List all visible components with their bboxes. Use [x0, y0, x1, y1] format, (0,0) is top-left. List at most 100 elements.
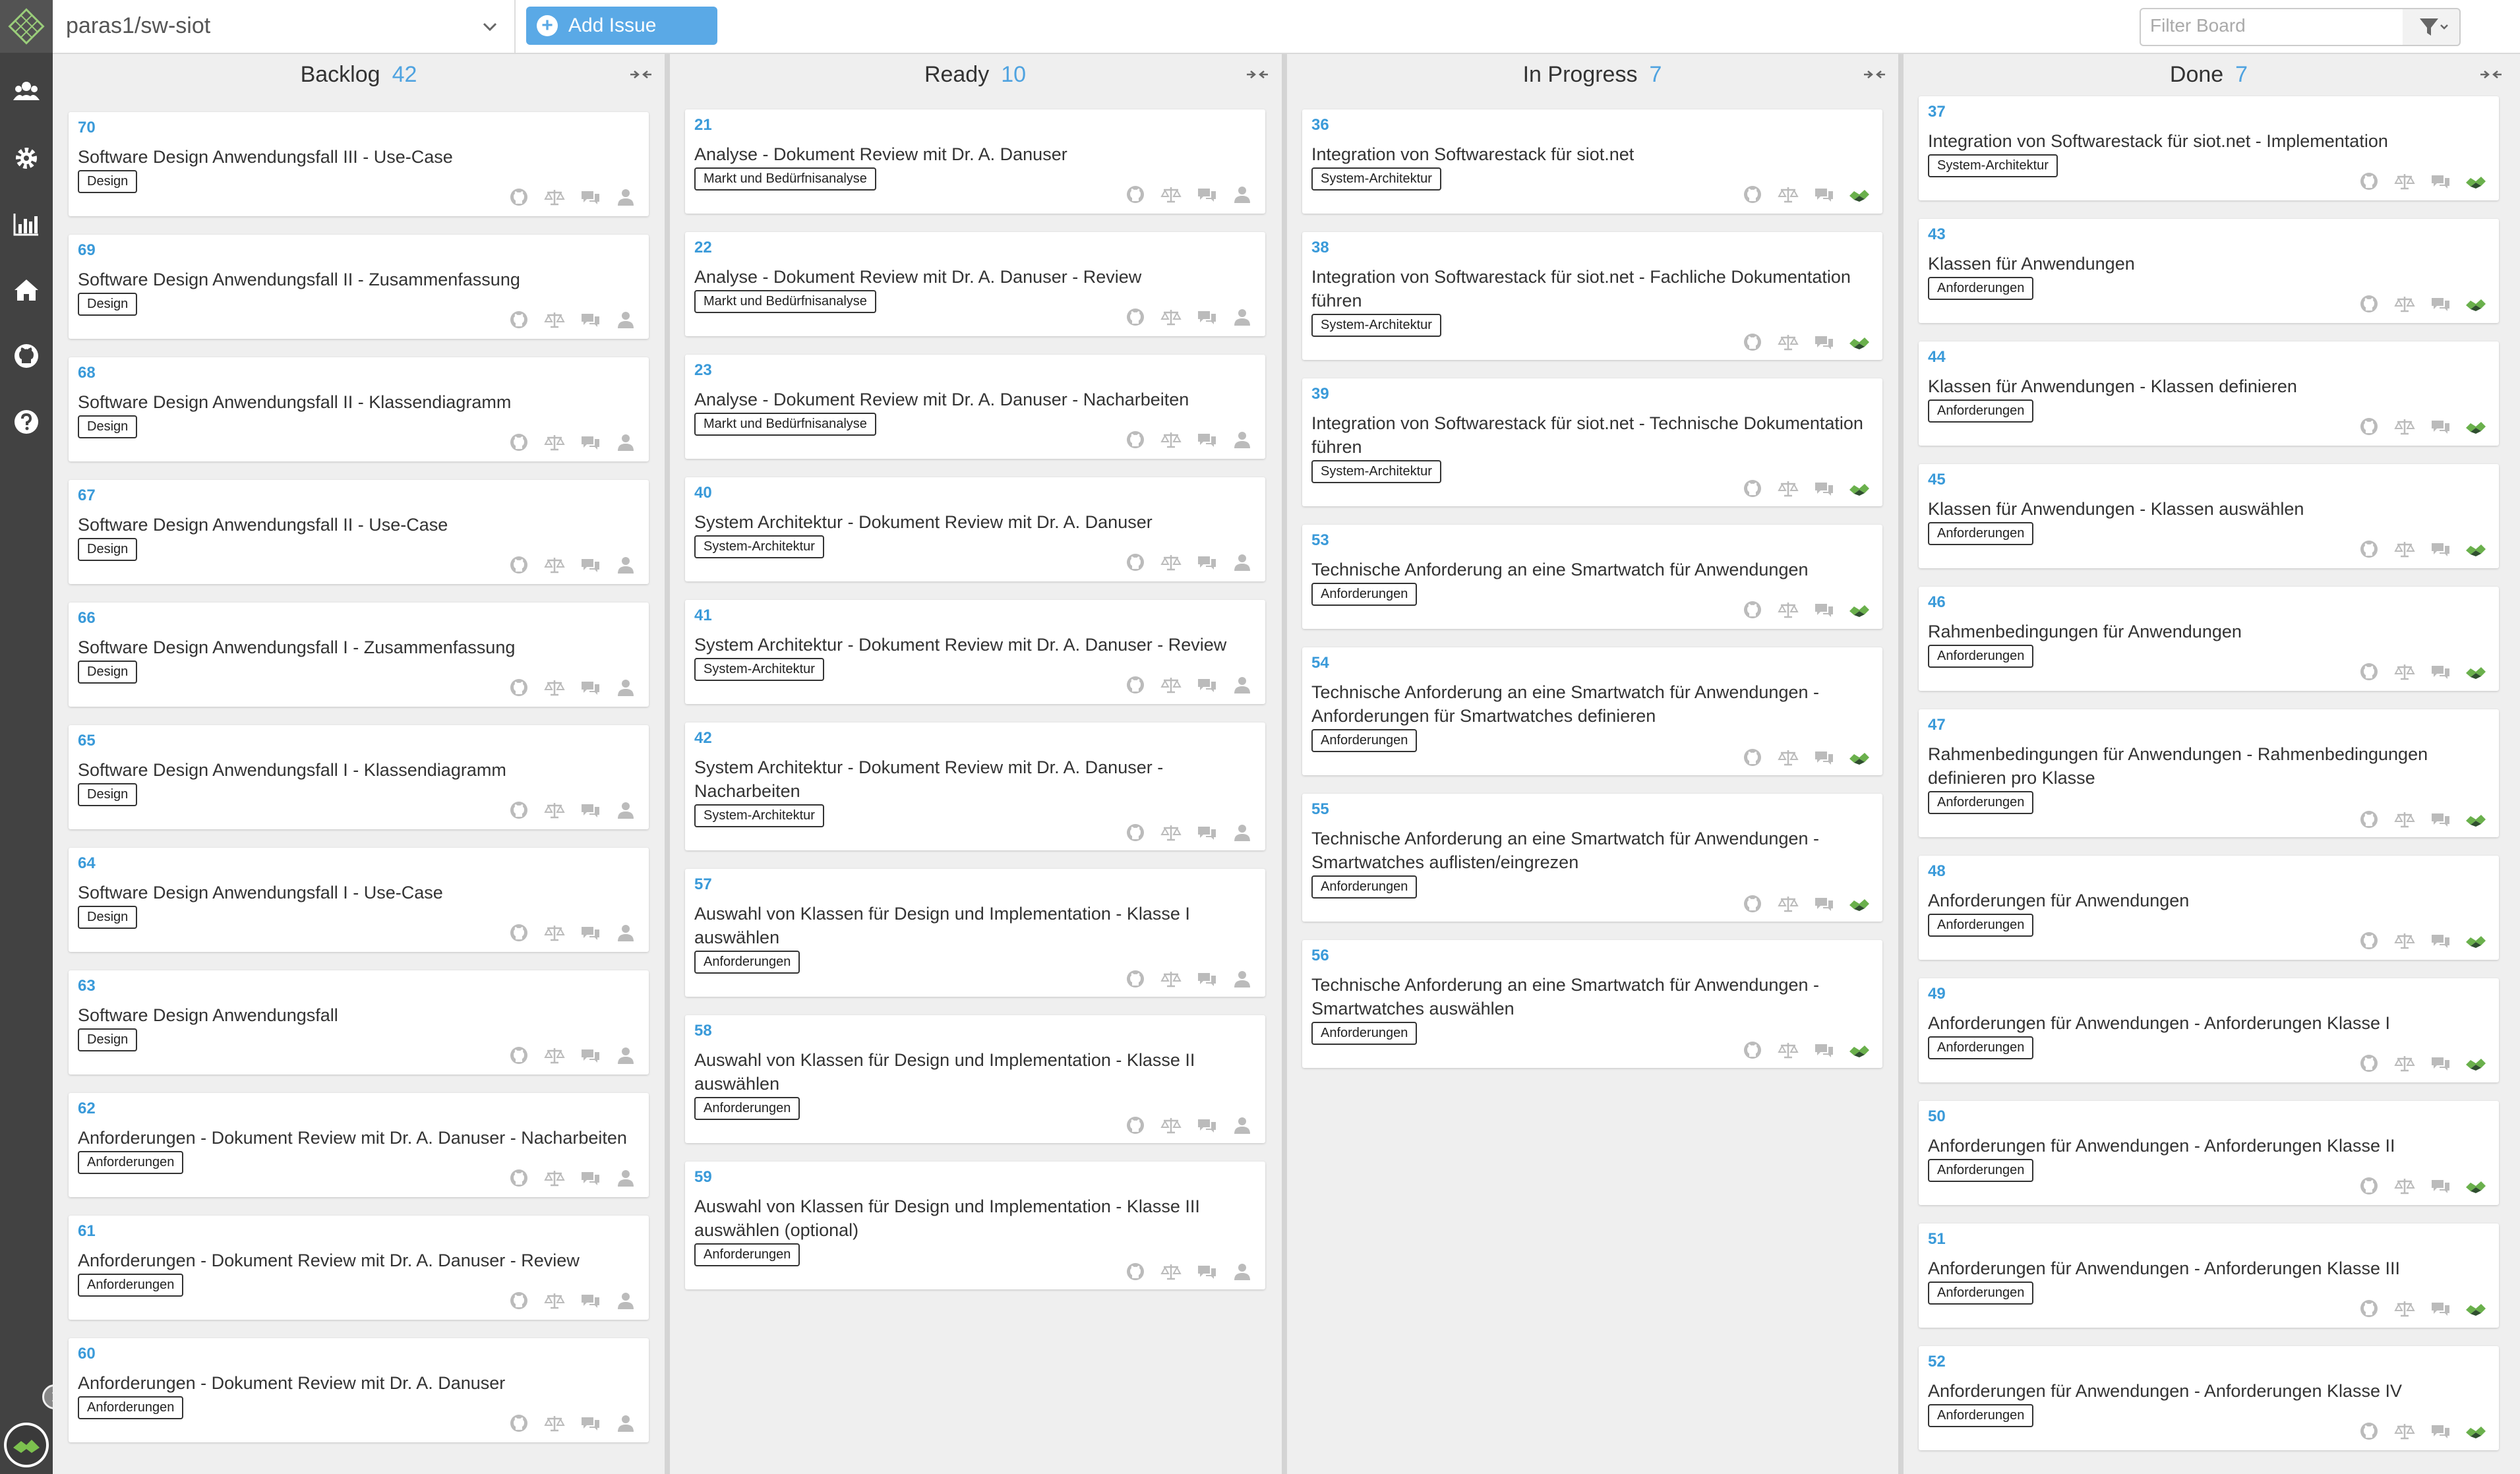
- comments-icon[interactable]: [1195, 821, 1218, 844]
- comments-icon[interactable]: [579, 799, 601, 821]
- github-issue-icon[interactable]: [1741, 183, 1764, 206]
- scale-icon[interactable]: [1160, 551, 1182, 574]
- scale-icon[interactable]: [2393, 415, 2416, 438]
- issue-number[interactable]: 57: [694, 875, 712, 894]
- comments-icon[interactable]: [1195, 674, 1218, 696]
- issue-label[interactable]: Anforderungen: [694, 1243, 800, 1266]
- issue-card[interactable]: 54 Technische Anforderung an eine Smartwa…: [1302, 647, 1882, 775]
- github-issue-icon[interactable]: [508, 431, 530, 454]
- github-issue-icon[interactable]: [1124, 306, 1147, 328]
- comments-icon[interactable]: [579, 1167, 601, 1189]
- issue-label[interactable]: Markt und Bedürfnisanalyse: [694, 167, 876, 191]
- issue-number[interactable]: 37: [1928, 103, 1946, 121]
- issue-card[interactable]: 50 Anforderungen für Anwendungen - Anford…: [1919, 1101, 2499, 1205]
- issue-card[interactable]: 37 Integration von Softwarestack für siot…: [1919, 96, 2499, 200]
- issue-card[interactable]: 23 Analyse - Dokument Review mit Dr. A. D…: [685, 355, 1265, 459]
- unassigned-user-icon[interactable]: [1231, 968, 1253, 990]
- unassigned-user-icon[interactable]: [615, 922, 637, 944]
- github-issue-icon[interactable]: [508, 1167, 530, 1189]
- comments-icon[interactable]: [579, 431, 601, 454]
- unassigned-user-icon[interactable]: [615, 676, 637, 699]
- issue-label[interactable]: Design: [78, 538, 138, 561]
- assignee-avatar-icon[interactable]: [1848, 183, 1871, 206]
- add-issue-button[interactable]: + Add Issue: [526, 7, 717, 45]
- issue-number[interactable]: 48: [1928, 862, 1946, 881]
- issue-card[interactable]: 56 Technische Anforderung an eine Smartwa…: [1302, 940, 1882, 1068]
- github-issue-icon[interactable]: [1124, 551, 1147, 574]
- issue-label[interactable]: Markt und Bedürfnisanalyse: [694, 290, 876, 313]
- issue-card[interactable]: 63 Software Design Anwendungsfall Design: [69, 970, 649, 1075]
- assignee-avatar-icon[interactable]: [2465, 415, 2487, 438]
- unassigned-user-icon[interactable]: [1231, 1260, 1253, 1283]
- scale-icon[interactable]: [1777, 1039, 1799, 1061]
- collapse-column-icon[interactable]: [1244, 65, 1271, 84]
- gear-icon[interactable]: [12, 144, 41, 173]
- scale-icon[interactable]: [2393, 808, 2416, 831]
- scale-icon[interactable]: [1777, 599, 1799, 621]
- issue-card[interactable]: 53 Technische Anforderung an eine Smartwa…: [1302, 525, 1882, 629]
- app-logo[interactable]: [0, 0, 53, 53]
- comments-icon[interactable]: [2429, 538, 2451, 560]
- comments-icon[interactable]: [1813, 1039, 1835, 1061]
- issue-number[interactable]: 54: [1311, 654, 1329, 672]
- scale-icon[interactable]: [543, 1412, 566, 1434]
- issue-card[interactable]: 39 Integration von Softwarestack für siot…: [1302, 378, 1882, 506]
- github-issue-icon[interactable]: [2358, 1297, 2380, 1320]
- github-issue-icon[interactable]: [2358, 293, 2380, 315]
- issue-number[interactable]: 38: [1311, 239, 1329, 257]
- avatar[interactable]: [4, 1423, 49, 1467]
- scale-icon[interactable]: [2393, 538, 2416, 560]
- assignee-avatar-icon[interactable]: [2465, 1052, 2487, 1075]
- issue-label[interactable]: Design: [78, 170, 138, 193]
- comments-icon[interactable]: [2429, 1420, 2451, 1442]
- github-issue-icon[interactable]: [1124, 1114, 1147, 1136]
- comments-icon[interactable]: [1195, 968, 1218, 990]
- issue-number[interactable]: 23: [694, 361, 712, 380]
- scale-icon[interactable]: [2393, 1175, 2416, 1197]
- issue-label[interactable]: Design: [78, 415, 138, 438]
- issue-label[interactable]: Anforderungen: [694, 951, 800, 974]
- issue-number[interactable]: 65: [78, 732, 96, 750]
- issue-card[interactable]: 38 Integration von Softwarestack für siot…: [1302, 232, 1882, 360]
- home-icon[interactable]: [12, 276, 41, 305]
- issue-number[interactable]: 59: [694, 1168, 712, 1187]
- unassigned-user-icon[interactable]: [615, 1167, 637, 1189]
- issue-label[interactable]: System-Architektur: [694, 535, 824, 558]
- scale-icon[interactable]: [1160, 428, 1182, 451]
- issue-number[interactable]: 36: [1311, 116, 1329, 134]
- issue-label[interactable]: Anforderungen: [78, 1396, 184, 1419]
- comments-icon[interactable]: [579, 554, 601, 576]
- comments-icon[interactable]: [1195, 306, 1218, 328]
- unassigned-user-icon[interactable]: [1231, 306, 1253, 328]
- unassigned-user-icon[interactable]: [615, 431, 637, 454]
- chart-icon[interactable]: [12, 210, 41, 239]
- github-issue-icon[interactable]: [508, 922, 530, 944]
- issue-number[interactable]: 49: [1928, 985, 1946, 1003]
- github-issue-icon[interactable]: [508, 554, 530, 576]
- issue-label[interactable]: Anforderungen: [1928, 522, 2034, 545]
- github-issue-icon[interactable]: [508, 1044, 530, 1067]
- issue-card[interactable]: 69 Software Design Anwendungsfall II - Zu…: [69, 235, 649, 339]
- filter-button[interactable]: [2403, 8, 2461, 46]
- help-icon[interactable]: [12, 407, 41, 436]
- github-issue-icon[interactable]: [2358, 1052, 2380, 1075]
- issue-label[interactable]: Anforderungen: [1311, 1022, 1418, 1045]
- issue-number[interactable]: 39: [1311, 385, 1329, 403]
- scale-icon[interactable]: [1160, 1114, 1182, 1136]
- issue-number[interactable]: 63: [78, 977, 96, 995]
- scale-icon[interactable]: [1160, 674, 1182, 696]
- unassigned-user-icon[interactable]: [1231, 1114, 1253, 1136]
- issue-card[interactable]: 45 Klassen für Anwendungen - Klassen ausw…: [1919, 464, 2499, 568]
- comments-icon[interactable]: [579, 1044, 601, 1067]
- issue-number[interactable]: 58: [694, 1022, 712, 1040]
- scale-icon[interactable]: [1777, 183, 1799, 206]
- issue-card[interactable]: 42 System Architektur - Dokument Review m…: [685, 722, 1265, 850]
- scale-icon[interactable]: [1777, 746, 1799, 769]
- issue-label[interactable]: System-Architektur: [1311, 314, 1441, 337]
- github-issue-icon[interactable]: [1124, 428, 1147, 451]
- issue-card[interactable]: 44 Klassen für Anwendungen - Klassen defi…: [1919, 341, 2499, 446]
- issue-label[interactable]: Markt und Bedürfnisanalyse: [694, 413, 876, 436]
- issue-card[interactable]: 36 Integration von Softwarestack für siot…: [1302, 109, 1882, 214]
- collapse-column-icon[interactable]: [2478, 65, 2504, 84]
- scale-icon[interactable]: [543, 554, 566, 576]
